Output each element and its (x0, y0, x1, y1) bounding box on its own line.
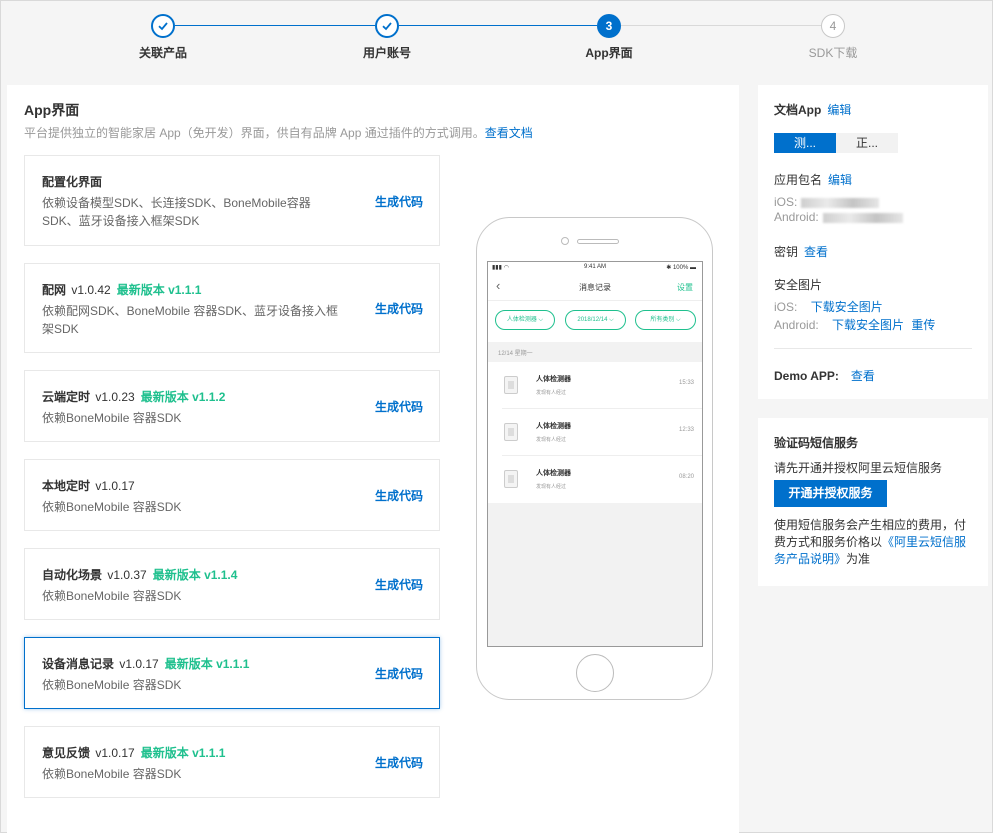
tab-production[interactable]: 正... (836, 133, 898, 153)
card-description: 依赖BoneMobile 容器SDK (42, 589, 182, 603)
step-2[interactable]: 用户账号 (327, 14, 447, 61)
phone-nav-title: 消息记录 (579, 283, 611, 292)
doc-app-title: 文档App 编辑 (774, 103, 852, 117)
step-label: App界面 (585, 46, 633, 60)
edit-app-link[interactable]: 编辑 (827, 103, 851, 117)
sms-service-panel: 验证码短信服务 请先开通并授权阿里云短信服务 开通并授权服务 使用短信服务会产生… (758, 418, 988, 586)
latest-version-badge: 最新版本 v1.1.2 (140, 390, 226, 404)
divider (774, 348, 972, 349)
check-icon (375, 14, 399, 38)
list-item: 人体检测器 发现有人经过 15:33 (488, 362, 702, 409)
latest-version-badge: 最新版本 v1.1.1 (140, 746, 226, 760)
step-number: 4 (821, 14, 845, 38)
secret-key-label: 密钥 查看 (774, 245, 829, 259)
filter-chip-category: 所有类别 ⌵ (635, 310, 696, 330)
battery-indicator: ✱ 100% ▬ (666, 265, 696, 271)
page-description: 平台提供独立的智能家居 App（免开发）界面，供自有品牌 App 通过插件的方式… (24, 126, 533, 140)
step-1[interactable]: 关联产品 (103, 14, 223, 61)
card-description: 依赖BoneMobile 容器SDK (42, 767, 182, 781)
phone-date-header: 12/14 星期一 (498, 351, 533, 357)
latest-version-badge: 最新版本 v1.1.1 (116, 283, 202, 297)
phone-camera (561, 237, 569, 245)
doc-app-panel: 文档App 编辑 测... 正... 应用包名 编辑 iOS: Android: 密… (758, 85, 988, 399)
list-item: 人体检测器 发现有人经过 08:20 (488, 456, 702, 503)
phone-home-button (576, 654, 614, 692)
ios-secure-image: iOS: 下载安全图片 (774, 300, 883, 314)
phone-nav-bar: ‹ 消息记录 设置 (488, 274, 702, 300)
generate-code-button[interactable]: 生成代码 (375, 754, 423, 771)
card-title: 配置化界面 (42, 175, 103, 189)
page-title: App界面 (24, 102, 80, 118)
generate-code-button[interactable]: 生成代码 (375, 398, 423, 415)
download-ios-image-link[interactable]: 下载安全图片 (811, 300, 883, 314)
app-ui-panel: App界面 平台提供独立的智能家居 App（免开发）界面，供自有品牌 App 通… (7, 85, 739, 833)
device-icon (504, 423, 518, 441)
demo-app-label: Demo APP: 查看 (774, 369, 875, 383)
latest-version-badge: 最新版本 v1.1.1 (164, 657, 250, 671)
redacted-value (801, 197, 880, 208)
enable-sms-button[interactable]: 开通并授权服务 (774, 480, 887, 507)
tab-test[interactable]: 测... (774, 133, 836, 153)
phone-screen: ▮▮▮ ◠ 9:41 AM ✱ 100% ▬ ‹ 消息记录 设置 人体检测器 ⌵… (487, 261, 703, 647)
module-card-local-timer[interactable]: 本地定时 v1.0.17 依赖BoneMobile 容器SDK 生成代码 (24, 459, 440, 531)
sms-description: 请先开通并授权阿里云短信服务 (774, 461, 943, 475)
generate-code-button[interactable]: 生成代码 (375, 576, 423, 593)
reupload-link[interactable]: 重传 (911, 318, 935, 332)
view-demo-link[interactable]: 查看 (851, 369, 875, 383)
card-description: 依赖配网SDK、BoneMobile 容器SDK、蓝牙设备接入框架SDK (42, 304, 339, 336)
android-secure-image: Android: 下载安全图片 重传 (774, 318, 936, 332)
card-description: 依赖BoneMobile 容器SDK (42, 500, 182, 514)
generate-code-button[interactable]: 生成代码 (375, 487, 423, 504)
edit-package-link[interactable]: 编辑 (828, 173, 852, 187)
step-4[interactable]: 4 SDK下载 (773, 14, 893, 61)
card-title: 设备消息记录 v1.0.17 最新版本 v1.1.1 (42, 657, 250, 671)
filter-chip-device: 人体检测器 ⌵ (495, 310, 555, 330)
sms-title: 验证码短信服务 (774, 436, 859, 450)
card-description: 依赖BoneMobile 容器SDK (42, 411, 182, 425)
module-card-cloud-timer[interactable]: 云端定时 v1.0.23 最新版本 v1.1.2 依赖BoneMobile 容器S… (24, 370, 440, 442)
view-key-link[interactable]: 查看 (804, 245, 828, 259)
card-description: 依赖设备模型SDK、长连接SDK、BoneMobile容器SDK、蓝牙设备接入框… (42, 196, 311, 228)
secure-image-label: 安全图片 (774, 278, 823, 292)
download-android-image-link[interactable]: 下载安全图片 (832, 318, 904, 332)
phone-filter-bar: 人体检测器 ⌵ 2018/12/14 ⌵ 所有类别 ⌵ (488, 300, 702, 342)
ios-package: iOS: (774, 195, 880, 209)
phone-speaker (577, 239, 619, 244)
check-icon (151, 14, 175, 38)
module-card-device-messages[interactable]: 设备消息记录 v1.0.17 最新版本 v1.1.1 依赖BoneMobile 容… (24, 637, 440, 709)
stepper: 关联产品 用户账号 3 App界面 4 SDK下载 (1, 1, 992, 73)
device-icon (504, 376, 518, 394)
device-icon (504, 470, 518, 488)
android-package: Android: (774, 210, 903, 224)
redacted-value (822, 212, 903, 223)
card-title: 自动化场景 v1.0.37 最新版本 v1.1.4 (42, 568, 238, 582)
latest-version-badge: 最新版本 v1.1.4 (152, 568, 238, 582)
card-title: 配网 v1.0.42 最新版本 v1.1.1 (42, 283, 202, 297)
card-description: 依赖BoneMobile 容器SDK (42, 678, 182, 692)
filter-chip-date: 2018/12/14 ⌵ (565, 310, 626, 330)
view-docs-link[interactable]: 查看文档 (485, 126, 533, 140)
step-number: 3 (597, 14, 621, 38)
step-label: 关联产品 (138, 46, 187, 60)
phone-preview: ▮▮▮ ◠ 9:41 AM ✱ 100% ▬ ‹ 消息记录 设置 人体检测器 ⌵… (476, 217, 713, 700)
module-card-config-ui[interactable]: 配置化界面 依赖设备模型SDK、长连接SDK、BoneMobile容器SDK、蓝… (24, 155, 440, 246)
list-item: 人体检测器 发现有人经过 12:33 (488, 409, 702, 456)
card-title: 云端定时 v1.0.23 最新版本 v1.1.2 (42, 390, 226, 404)
phone-message-list: 人体检测器 发现有人经过 15:33 人体检测器 发现有人经过 12:33 人体… (488, 362, 702, 503)
step-label: 用户账号 (362, 46, 411, 60)
generate-code-button[interactable]: 生成代码 (375, 193, 423, 210)
module-card-feedback[interactable]: 意见反馈 v1.0.17 最新版本 v1.1.1 依赖BoneMobile 容器S… (24, 726, 440, 798)
generate-code-button[interactable]: 生成代码 (375, 665, 423, 682)
card-title: 本地定时 v1.0.17 (42, 479, 135, 493)
card-title: 意见反馈 v1.0.17 最新版本 v1.1.1 (42, 746, 226, 760)
step-3[interactable]: 3 App界面 (549, 14, 669, 61)
package-name-label: 应用包名 编辑 (774, 173, 853, 187)
sms-pricing-note: 使用短信服务会产生相应的费用，付费方式和服务价格以《阿里云短信服务产品说明》为准 (774, 518, 967, 566)
module-card-automation-scene[interactable]: 自动化场景 v1.0.37 最新版本 v1.1.4 依赖BoneMobile 容器… (24, 548, 440, 620)
generate-code-button[interactable]: 生成代码 (375, 300, 423, 317)
phone-settings-link: 设置 (677, 283, 693, 292)
module-card-provisioning[interactable]: 配网 v1.0.42 最新版本 v1.1.1 依赖配网SDK、BoneMobile… (24, 263, 440, 353)
status-bar: ▮▮▮ ◠ 9:41 AM ✱ 100% ▬ (488, 262, 702, 274)
step-label: SDK下载 (808, 46, 858, 60)
